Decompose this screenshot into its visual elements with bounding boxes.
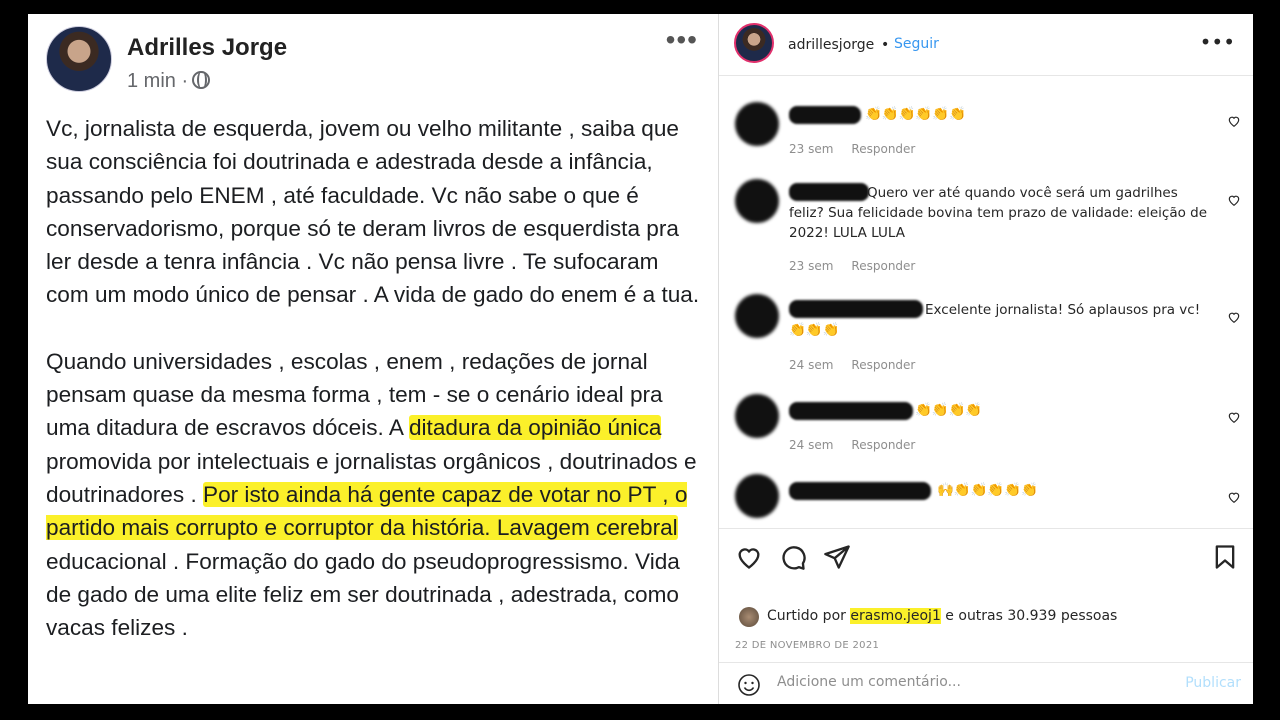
liker-avatar[interactable] [739,607,759,627]
likes-summary: Curtido por erasmo.jeoj1 e outras 30.939… [767,608,1117,624]
more-options-icon[interactable]: ••• [1200,30,1235,54]
like-heart-icon[interactable] [735,543,763,571]
post-text-span: educacional . Formação do gado do pseudo… [46,548,680,641]
comment-text: Excelente jornalista! Só aplausos pra vc… [789,302,1201,338]
reply-button[interactable]: Responder [851,259,915,273]
heart-icon[interactable] [1227,193,1241,207]
post-time[interactable]: 1 min · [127,70,211,93]
comment-text: 🙌👏👏👏👏👏 [937,482,1038,498]
comment-meta: 23 sem Responder [789,142,933,156]
post-date[interactable]: 22 DE NOVEMBRO DE 2021 [735,640,879,651]
share-send-icon[interactable] [823,543,851,571]
reply-button[interactable]: Responder [851,142,915,156]
redacted-username [789,106,861,124]
likes-count-text[interactable]: e outras 30.939 pessoas [941,608,1117,624]
redacted-avatar [735,179,779,223]
comment-meta: 23 sem Responder [789,259,933,273]
comment-bubble-icon[interactable] [779,543,807,571]
comment-time: 24 sem [789,358,834,372]
redacted-avatar [735,294,779,338]
reply-button[interactable]: Responder [851,358,915,372]
post-paragraph-2: Quando universidades , escolas , enem , … [46,345,706,645]
author-name[interactable]: Adrilles Jorge [127,34,287,62]
post-actions: Curtido por erasmo.jeoj1 e outras 30.939… [719,528,1253,678]
username[interactable]: adrillesjorge [788,37,874,53]
comment-time: 23 sem [789,142,834,156]
heart-icon[interactable] [1227,114,1241,128]
author-avatar[interactable] [46,26,112,92]
redacted-avatar [735,474,779,518]
liker-username[interactable]: erasmo.jeoj1 [850,608,941,624]
reply-button[interactable]: Responder [851,438,915,452]
redacted-avatar [735,394,779,438]
post-paragraph-1: Vc, jornalista de esquerda, jovem ou vel… [46,116,700,308]
heart-icon[interactable] [1227,310,1241,324]
comment-meta: 24 sem Responder [789,358,933,372]
comment-text: 👏👏👏👏👏👏 [865,106,966,122]
follow-button[interactable]: Seguir [894,36,939,52]
highlighted-text: ditadura da opinião única [408,415,662,441]
comment-text: Quero ver até quando você será um gadril… [789,185,1208,241]
comment-text: 👏👏👏👏 [915,402,983,418]
more-options-icon[interactable]: ••• [666,24,698,56]
comment-time: 24 sem [789,438,834,452]
redacted-username [789,482,931,500]
comment-time: 23 sem [789,259,834,273]
heart-icon[interactable] [1227,410,1241,424]
bookmark-icon[interactable] [1211,543,1239,571]
redacted-username [789,402,913,420]
facebook-post: Adrilles Jorge 1 min · ••• Vc, jornalist… [28,14,718,704]
heart-icon[interactable] [1227,490,1241,504]
redacted-avatar [735,102,779,146]
emoji-icon[interactable] [737,673,761,697]
likes-prefix: Curtido por [767,608,851,624]
separator-dot: • [881,37,890,53]
post-text: Vc, jornalista de esquerda, jovem ou vel… [46,112,706,644]
comment-meta: 24 sem Responder [789,438,933,452]
profile-avatar[interactable] [734,23,774,63]
post-header: adrillesjorge • Seguir ••• [719,14,1253,76]
comment-input[interactable] [777,674,1157,690]
instagram-post: adrillesjorge • Seguir ••• 👏👏👏👏👏👏 23 sem… [718,14,1253,704]
publish-button[interactable]: Publicar [1185,675,1241,691]
globe-icon [192,71,211,89]
post-time-text: 1 min · [127,70,189,92]
add-comment-row: Publicar [719,662,1253,704]
